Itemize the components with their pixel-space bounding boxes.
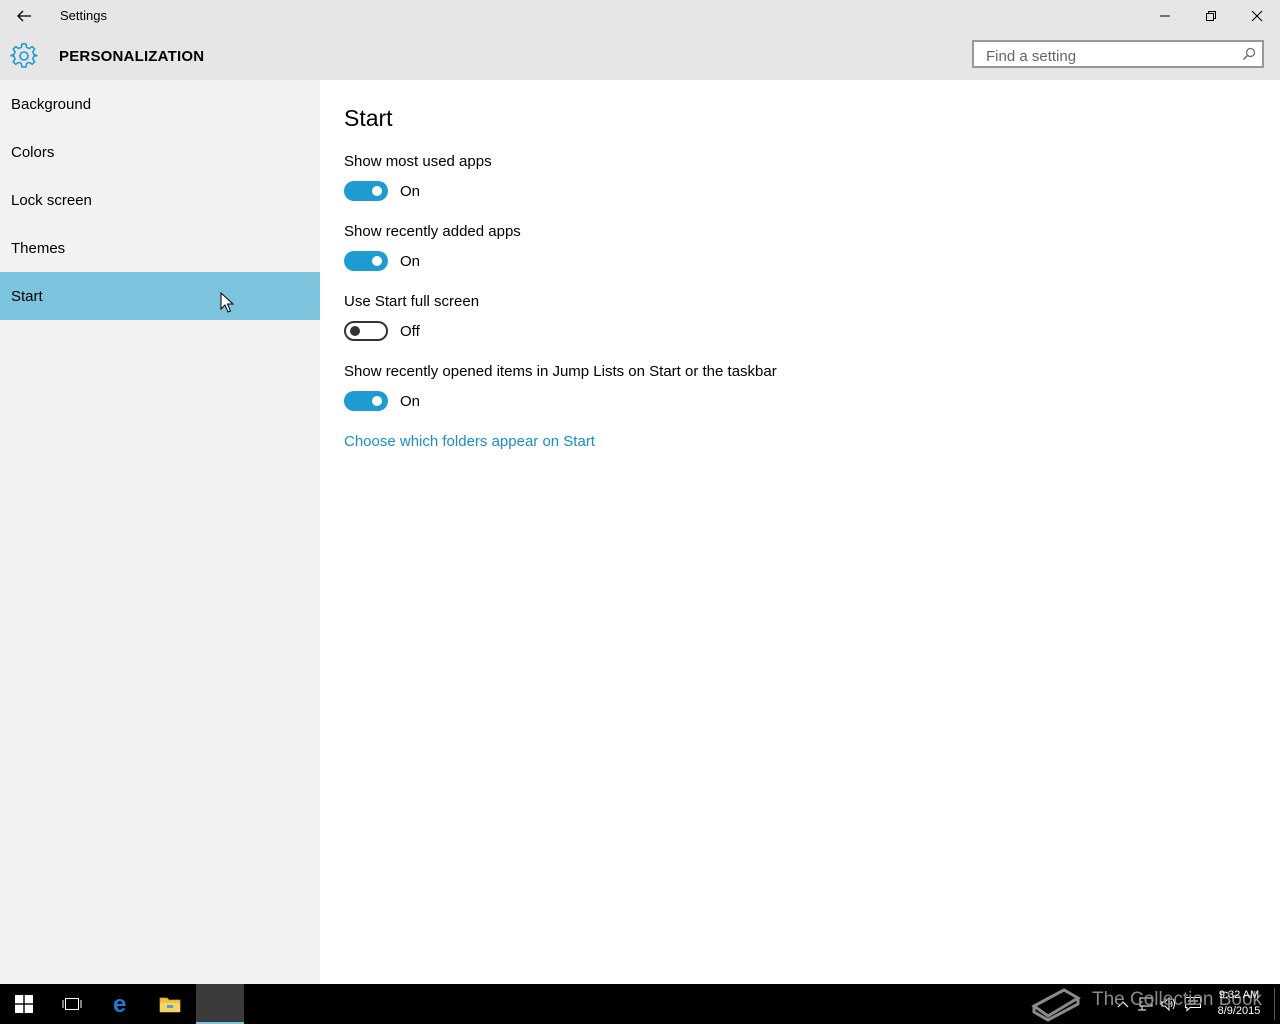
back-button[interactable] xyxy=(8,0,40,32)
restore-button[interactable] xyxy=(1188,0,1234,32)
search-icon[interactable] xyxy=(1242,47,1256,61)
setting-label-jump-lists: Show recently opened items in Jump Lists… xyxy=(344,363,777,380)
sidebar: Background Colors Lock screen Themes Sta… xyxy=(0,80,320,984)
sidebar-item-label: Colors xyxy=(11,144,55,161)
toggle-state-label: Off xyxy=(400,323,420,340)
svg-text:e: e xyxy=(113,993,126,1015)
close-icon xyxy=(1251,10,1263,22)
sidebar-item-start[interactable]: Start xyxy=(0,272,320,320)
sidebar-item-label: Start xyxy=(11,288,43,305)
close-button[interactable] xyxy=(1234,0,1280,32)
toggle-knob xyxy=(372,186,382,196)
toggle-knob xyxy=(372,256,382,266)
setting-label-recently-added: Show recently added apps xyxy=(344,223,521,240)
restore-icon xyxy=(1206,11,1216,21)
sidebar-item-lock-screen[interactable]: Lock screen xyxy=(0,176,320,224)
toggle-knob xyxy=(372,396,382,406)
toggle-state-label: On xyxy=(400,393,421,410)
sidebar-item-label: Lock screen xyxy=(11,192,92,209)
toggle-jump-lists[interactable] xyxy=(344,391,388,411)
windows-logo-icon xyxy=(15,995,33,1013)
sidebar-item-colors[interactable]: Colors xyxy=(0,128,320,176)
toggle-knob xyxy=(350,326,360,336)
file-explorer-button[interactable] xyxy=(146,984,194,1024)
back-arrow-icon xyxy=(17,10,31,22)
task-view-icon xyxy=(62,998,82,1010)
toggle-state-label: On xyxy=(400,253,421,270)
sidebar-item-label: Themes xyxy=(11,240,66,257)
setting-label-most-used: Show most used apps xyxy=(344,153,492,170)
settings-window: Settings PERSONALIZATION Find a setting … xyxy=(0,0,1280,984)
choose-folders-link[interactable]: Choose which folders appear on Start xyxy=(344,433,595,450)
window-title: Settings xyxy=(60,8,107,23)
show-desktop-button[interactable] xyxy=(1274,988,1275,1020)
minimize-button[interactable] xyxy=(1142,0,1188,32)
edge-icon: e xyxy=(113,993,126,1015)
setting-label-full-screen: Use Start full screen xyxy=(344,293,480,310)
clock[interactable]: 9:32 AM 8/9/2015 xyxy=(1212,987,1266,1019)
folder-icon xyxy=(159,997,181,1013)
toggle-recently-added-apps[interactable] xyxy=(344,251,388,271)
edge-browser-button[interactable]: e xyxy=(98,984,146,1024)
search-box[interactable] xyxy=(972,40,1264,68)
book-logo-icon xyxy=(1031,988,1081,1022)
gear-icon xyxy=(10,43,38,68)
search-input[interactable] xyxy=(984,46,1238,66)
minimize-icon xyxy=(1160,15,1170,17)
toggle-most-used-apps[interactable] xyxy=(344,181,388,201)
taskbar: e xyxy=(0,984,1280,1024)
title-bar: Settings xyxy=(0,0,1280,32)
sidebar-item-themes[interactable]: Themes xyxy=(0,224,320,272)
task-view-button[interactable] xyxy=(48,984,96,1024)
page-title: Start xyxy=(344,105,393,131)
clock-date: 8/9/2015 xyxy=(1217,1005,1261,1017)
sidebar-item-background[interactable]: Background xyxy=(0,80,320,128)
mouse-cursor-icon xyxy=(220,292,234,313)
clock-time: 9:32 AM xyxy=(1218,989,1260,1001)
section-title: PERSONALIZATION xyxy=(59,48,205,65)
start-button[interactable] xyxy=(0,984,48,1024)
settings-app-button[interactable] xyxy=(196,984,244,1024)
toggle-start-full-screen[interactable] xyxy=(344,321,388,341)
sidebar-item-label: Background xyxy=(11,96,92,113)
toggle-state-label: On xyxy=(400,183,421,200)
